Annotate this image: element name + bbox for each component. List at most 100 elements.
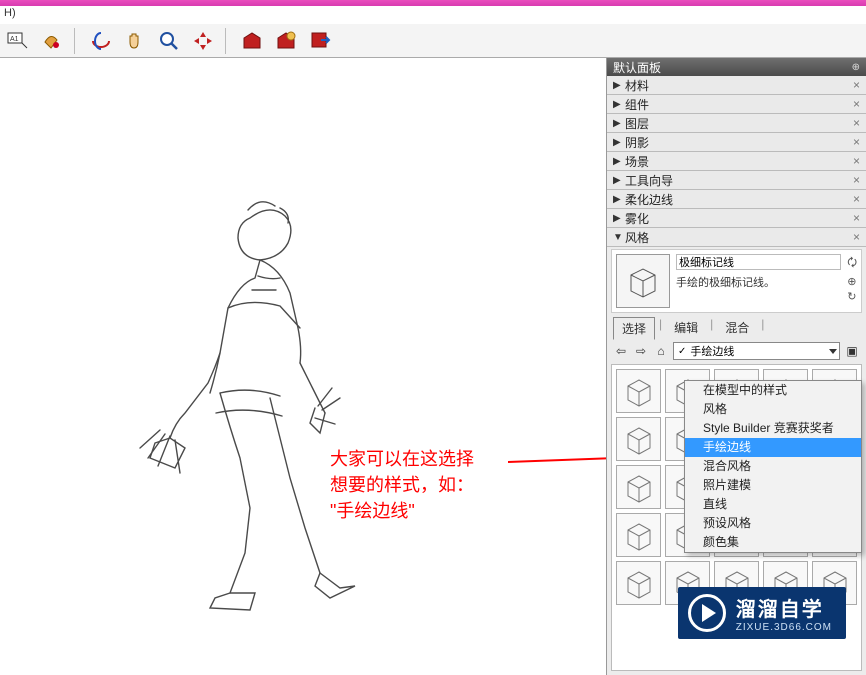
- close-icon[interactable]: ×: [853, 97, 860, 111]
- style-description: 手绘的极细标记线。: [676, 274, 841, 290]
- section-label: 图层: [625, 115, 649, 132]
- tab-divider: |: [761, 317, 764, 340]
- dropdown-item[interactable]: 直线: [685, 495, 861, 514]
- dropdown-item[interactable]: 混合风格: [685, 457, 861, 476]
- dropdown-item[interactable]: Style Builder 竞赛获奖者: [685, 419, 861, 438]
- style-tools: 🗘 ⊕ ↻: [847, 254, 857, 308]
- refresh-style-icon[interactable]: ↻: [847, 290, 857, 303]
- collapse-arrow-icon: ▶: [613, 156, 625, 167]
- collapse-arrow-icon: ▶: [613, 137, 625, 148]
- dropdown-item[interactable]: 预设风格: [685, 514, 861, 533]
- orbit-button[interactable]: [87, 27, 115, 55]
- panel-title-label: 默认面板: [613, 59, 661, 76]
- annotation-arrow: [508, 452, 606, 472]
- pan-button[interactable]: [121, 27, 149, 55]
- close-icon[interactable]: ×: [853, 230, 860, 244]
- style-thumb-item[interactable]: [616, 417, 661, 461]
- section-label: 风格: [625, 229, 649, 246]
- close-icon[interactable]: ×: [853, 116, 860, 130]
- label-tool-button[interactable]: A1: [4, 27, 32, 55]
- menu-bar[interactable]: H): [0, 6, 866, 24]
- tab-select[interactable]: 选择: [613, 317, 655, 340]
- play-icon: [688, 594, 726, 632]
- style-thumb-item[interactable]: [616, 465, 661, 509]
- close-icon[interactable]: ×: [853, 154, 860, 168]
- collapse-arrow-icon: ▶: [613, 175, 625, 186]
- annotation-line: 想要的样式，如：: [330, 472, 474, 498]
- details-button[interactable]: ▣: [844, 344, 860, 358]
- dropdown-item-selected[interactable]: 手绘边线: [685, 438, 861, 457]
- style-thumbnail[interactable]: [616, 254, 670, 308]
- panel-section-scenes[interactable]: ▶ 场景 ×: [607, 152, 866, 171]
- dropdown-item[interactable]: 风格: [685, 400, 861, 419]
- section-label: 场景: [625, 153, 649, 170]
- dropdown-item[interactable]: 在模型中的样式: [685, 381, 861, 400]
- panel-section-materials[interactable]: ▶ 材料 ×: [607, 76, 866, 95]
- main-toolbar: A1: [0, 24, 866, 58]
- annotation-line: "手绘边线": [330, 498, 474, 524]
- watermark-text: 溜溜自学 ZIXUE.3D66.COM: [736, 593, 832, 633]
- section-label: 组件: [625, 96, 649, 113]
- panel-section-layers[interactable]: ▶ 图层 ×: [607, 114, 866, 133]
- collapse-arrow-icon: ▶: [613, 194, 625, 205]
- figure-drawing: [120, 198, 540, 618]
- current-style-block: 手绘的极细标记线。 🗘 ⊕ ↻: [611, 249, 862, 313]
- chevron-down-icon: [829, 349, 837, 354]
- watermark-name: 溜溜自学: [736, 593, 832, 622]
- close-icon[interactable]: ×: [853, 135, 860, 149]
- nav-back-button[interactable]: ⇦: [613, 344, 629, 358]
- zoom-button[interactable]: [155, 27, 183, 55]
- nav-forward-button[interactable]: ⇨: [633, 344, 649, 358]
- style-info: 手绘的极细标记线。: [676, 254, 841, 308]
- style-thumb-item[interactable]: [616, 369, 661, 413]
- combo-value: 手绘边线: [690, 343, 734, 359]
- expand-arrow-icon: ▼: [613, 232, 625, 243]
- panel-section-instructor[interactable]: ▶ 工具向导 ×: [607, 171, 866, 190]
- annotation-text: 大家可以在这选择 想要的样式，如： "手绘边线": [330, 446, 474, 524]
- style-name-input[interactable]: [676, 254, 841, 270]
- panel-title-bar[interactable]: 默认面板 ⊕: [607, 58, 866, 76]
- watermark-url: ZIXUE.3D66.COM: [736, 622, 832, 633]
- collapse-arrow-icon: ▶: [613, 213, 625, 224]
- panel-section-styles[interactable]: ▼ 风格 ×: [607, 228, 866, 247]
- nav-home-button[interactable]: ⌂: [653, 344, 669, 358]
- tab-edit[interactable]: 编辑: [666, 317, 706, 340]
- panel-section-fog[interactable]: ▶ 雾化 ×: [607, 209, 866, 228]
- close-icon[interactable]: ×: [853, 192, 860, 206]
- warehouse-button[interactable]: [238, 27, 266, 55]
- toolbar-separator: [74, 28, 79, 54]
- close-icon[interactable]: ×: [853, 173, 860, 187]
- collapse-arrow-icon: ▶: [613, 99, 625, 110]
- toolbar-separator: [225, 28, 230, 54]
- close-icon[interactable]: ×: [853, 78, 860, 92]
- tab-mix[interactable]: 混合: [717, 317, 757, 340]
- panel-section-components[interactable]: ▶ 组件 ×: [607, 95, 866, 114]
- send-to-layout-button[interactable]: [306, 27, 334, 55]
- panel-section-soften[interactable]: ▶ 柔化边线 ×: [607, 190, 866, 209]
- dropdown-item[interactable]: 颜色集: [685, 533, 861, 552]
- extensions-button[interactable]: [272, 27, 300, 55]
- style-library-dropdown[interactable]: 在模型中的样式 风格 Style Builder 竞赛获奖者 手绘边线 混合风格…: [684, 380, 862, 553]
- dropdown-item[interactable]: 照片建模: [685, 476, 861, 495]
- section-label: 雾化: [625, 210, 649, 227]
- collapse-arrow-icon: ▶: [613, 118, 625, 129]
- paint-bucket-button[interactable]: [38, 27, 66, 55]
- tab-divider: |: [710, 317, 713, 340]
- style-library-combo[interactable]: ✓ 手绘边线: [673, 342, 840, 360]
- zoom-extents-button[interactable]: [189, 27, 217, 55]
- style-thumb-item[interactable]: [616, 561, 661, 605]
- update-style-icon[interactable]: 🗘: [847, 254, 857, 273]
- model-viewport[interactable]: 大家可以在这选择 想要的样式，如： "手绘边线": [0, 58, 606, 675]
- close-icon[interactable]: ×: [853, 211, 860, 225]
- collapse-arrow-icon: ▶: [613, 80, 625, 91]
- panel-section-shadows[interactable]: ▶ 阴影 ×: [607, 133, 866, 152]
- section-label: 材料: [625, 77, 649, 94]
- pin-icon[interactable]: ⊕: [852, 62, 860, 73]
- section-label: 柔化边线: [625, 191, 673, 208]
- style-thumb-item[interactable]: [616, 513, 661, 557]
- side-panel: 默认面板 ⊕ ▶ 材料 × ▶ 组件 × ▶ 图层 × ▶ 阴影 × ▶ 场景 …: [606, 58, 866, 675]
- section-label: 阴影: [625, 134, 649, 151]
- style-tabs: 选择 | 编辑 | 混合 |: [607, 313, 866, 340]
- create-style-icon[interactable]: ⊕: [847, 275, 857, 288]
- style-nav-row: ⇦ ⇨ ⌂ ✓ 手绘边线 ▣: [607, 340, 866, 362]
